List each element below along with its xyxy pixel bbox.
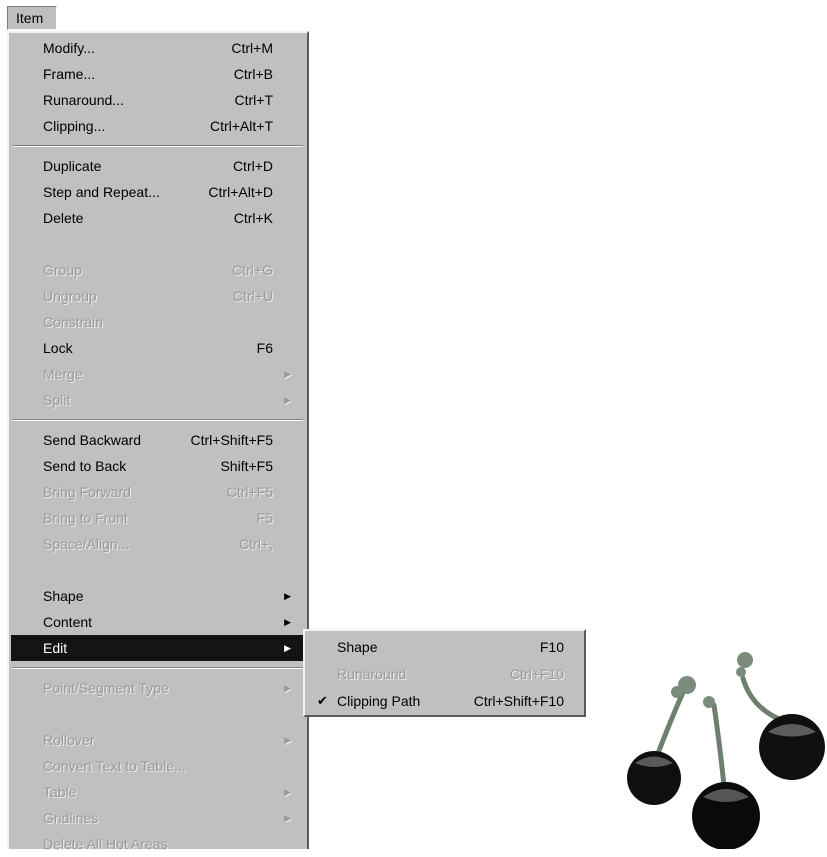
menu-item-shortcut: Ctrl+F5 (226, 484, 273, 500)
submenu-item-shortcut: Ctrl+Shift+F10 (473, 693, 564, 709)
menu-item-label: Split (43, 392, 71, 408)
menu-item-delete-all-hot-areas: Delete All Hot Areas (11, 831, 305, 857)
menu-item-edit[interactable]: Edit ▶ (11, 635, 305, 661)
menu-item-send-to-back[interactable]: Send to Back Shift+F5 (11, 453, 305, 479)
menu-item-item[interactable]: Item (7, 6, 57, 30)
submenu-item-shortcut: F10 (539, 639, 564, 655)
checkmark-icon: ✔ (317, 693, 328, 708)
menu-item-gridlines: Gridlines ▶ (11, 805, 305, 831)
submenu-arrow-icon: ▶ (284, 787, 291, 797)
cherries-illustration (627, 652, 825, 849)
submenu-arrow-icon: ▶ (284, 369, 291, 379)
menu-separator (13, 145, 303, 147)
menu-item-label: Duplicate (43, 158, 102, 174)
menu-item-label: Bring to Front (43, 510, 128, 526)
menu-item-label: Delete (43, 210, 84, 226)
menu-item-label: Send Backward (43, 432, 142, 448)
menu-item-constrain: Constrain (11, 309, 305, 335)
menu-item-label: Space/Align... (43, 536, 130, 552)
menu-item-modify[interactable]: Modify... Ctrl+M (11, 35, 305, 61)
menu-item-rollover: Rollover ▶ (11, 727, 305, 753)
submenu-arrow-icon: ▶ (284, 813, 291, 823)
menu-item-label: Shape (43, 588, 84, 604)
menu-item-label: Lock (43, 340, 73, 356)
submenu-arrow-icon: ▶ (284, 617, 291, 627)
submenu-arrow-icon: ▶ (284, 735, 291, 745)
menu-item-label: Runaround... (43, 92, 124, 108)
menu-item-shortcut: Ctrl+B (233, 66, 273, 82)
menu-item-split: Split ▶ (11, 387, 305, 413)
menu-item-label: Step and Repeat... (43, 184, 160, 200)
menu-item-runaround[interactable]: Runaround... Ctrl+T (11, 87, 305, 113)
item-menu: Modify... Ctrl+M Frame... Ctrl+B Runaround..… (7, 31, 309, 852)
menu-item-label: Point/Segment Type (43, 680, 169, 696)
submenu-item-label: Clipping Path (337, 693, 421, 709)
menu-item-delete[interactable]: Delete Ctrl+K (11, 205, 305, 231)
menu-item-shortcut: Ctrl+K (233, 210, 273, 226)
menu-item-label: Bring Forward (43, 484, 131, 500)
menu-separator (13, 667, 303, 669)
menu-item-shortcut: Ctrl+T (234, 92, 274, 108)
submenu-arrow-icon: ▶ (284, 395, 291, 405)
menu-item-send-backward[interactable]: Send Backward Ctrl+Shift+F5 (11, 427, 305, 453)
menu-item-shortcut: Ctrl+D (232, 158, 273, 174)
menu-item-step-and-repeat[interactable]: Step and Repeat... Ctrl+Alt+D (11, 179, 305, 205)
menu-item-label: Merge (43, 366, 83, 382)
menu-item-frame[interactable]: Frame... Ctrl+B (11, 61, 305, 87)
menu-item-shortcut: F5 (256, 510, 273, 526)
submenu-arrow-icon: ▶ (284, 643, 291, 653)
menu-item-duplicate[interactable]: Duplicate Ctrl+D (11, 153, 305, 179)
menu-item-shortcut: Ctrl+G (232, 262, 273, 278)
menu-item-convert-text-to-table: Convert Text to Table... (11, 753, 305, 779)
menu-item-table: Table ▶ (11, 779, 305, 805)
menu-item-merge: Merge ▶ (11, 361, 305, 387)
menu-item-label: Group (43, 262, 82, 278)
menu-item-label: Frame... (43, 66, 96, 82)
menu-item-label: Delete All Hot Areas (43, 836, 168, 852)
menu-item-bring-forward: Bring Forward Ctrl+F5 (11, 479, 305, 505)
menu-item-lock[interactable]: Lock F6 (11, 335, 305, 361)
menu-item-group: Group Ctrl+G (11, 257, 305, 283)
submenu-arrow-icon: ▶ (284, 683, 291, 693)
menu-separator (13, 419, 303, 421)
menu-item-shortcut: Ctrl+Alt+D (208, 184, 273, 200)
menu-item-label: Rollover (43, 732, 95, 748)
menu-item-label: Content (43, 614, 93, 630)
submenu-item-runaround: Runaround Ctrl+F10 (307, 661, 582, 687)
submenu-item-clipping-path[interactable]: ✔ Clipping Path Ctrl+Shift+F10 (307, 688, 582, 714)
menu-item-point-segment-type: Point/Segment Type ▶ (11, 675, 305, 701)
submenu-item-shape[interactable]: Shape F10 (307, 634, 582, 660)
menu-item-label: Modify... (43, 40, 95, 56)
menu-item-shortcut: Ctrl+, (239, 536, 273, 552)
menu-item-label: Clipping... (43, 118, 106, 134)
menu-item-label: Constrain (43, 314, 103, 330)
menu-item-label: Table (43, 784, 77, 800)
menu-item-shortcut: Ctrl+U (232, 288, 273, 304)
menu-item-label: Edit (43, 640, 68, 656)
menu-item-label: Gridlines (43, 810, 99, 826)
submenu-item-label: Runaround (337, 666, 407, 682)
menu-item-content[interactable]: Content ▶ (11, 609, 305, 635)
submenu-item-shortcut: Ctrl+F10 (509, 666, 564, 682)
menu-item-clipping[interactable]: Clipping... Ctrl+Alt+T (11, 113, 305, 139)
menu-item-ungroup: Ungroup Ctrl+U (11, 283, 305, 309)
menu-item-shortcut: Ctrl+M (231, 40, 273, 56)
menu-item-space-align: Space/Align... Ctrl+, (11, 531, 305, 557)
menu-item-shortcut: Shift+F5 (220, 458, 273, 474)
menu-item-label: Ungroup (43, 288, 97, 304)
edit-submenu: Shape F10 Runaround Ctrl+F10 ✔ Clipping Path C… (303, 629, 586, 717)
menu-item-shape[interactable]: Shape ▶ (11, 583, 305, 609)
submenu-item-label: Shape (337, 639, 378, 655)
menu-item-shortcut: Ctrl+Shift+F5 (190, 432, 273, 448)
menu-item-label: Convert Text to Table... (43, 758, 186, 774)
menu-item-label: Send to Back (43, 458, 127, 474)
submenu-arrow-icon: ▶ (284, 591, 291, 601)
menu-item-shortcut: F6 (256, 340, 273, 356)
menu-item-bring-to-front: Bring to Front F5 (11, 505, 305, 531)
menu-item-shortcut: Ctrl+Alt+T (209, 118, 273, 134)
